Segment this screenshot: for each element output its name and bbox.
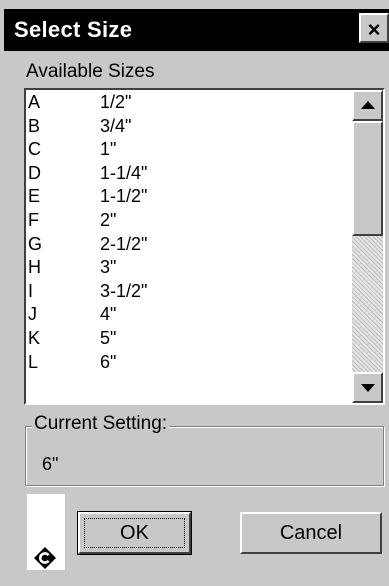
sizes-listbox[interactable]: A 1/2" B 3/4" C 1" D 1-1/4" E 1-1/2" F 2" G 2-1… [24, 88, 385, 405]
ok-button-label: OK [84, 518, 185, 548]
size-code: H [28, 257, 41, 278]
list-item[interactable]: K 5" [26, 326, 350, 350]
size-code: D [28, 162, 41, 183]
size-code: I [28, 280, 34, 301]
size-value: 3-1/2" [100, 280, 148, 301]
scroll-thumb[interactable] [352, 121, 383, 236]
close-button[interactable]: × [359, 13, 389, 43]
size-value: 2" [100, 209, 117, 230]
size-value: 1-1/4" [100, 162, 148, 183]
scroll-down-button[interactable] [352, 372, 383, 403]
ok-button[interactable]: OK [77, 511, 192, 555]
size-value: 4" [100, 304, 117, 325]
size-code: A [28, 92, 41, 112]
list-item[interactable]: J 4" [26, 302, 350, 326]
size-code: K [28, 327, 41, 348]
size-code: E [28, 186, 41, 207]
size-value: 6" [100, 351, 117, 372]
size-value: 1-1/2" [100, 186, 148, 207]
list-item[interactable]: I 3-1/2" [26, 279, 350, 303]
select-size-dialog: Select Size × Available Sizes A 1/2" B 3/4… [0, 0, 389, 586]
vertical-scrollbar[interactable] [352, 90, 383, 403]
close-icon: × [367, 17, 381, 42]
arrow-up-icon [361, 101, 375, 109]
dialog-title: Select Size [14, 17, 133, 42]
size-value: 1/2" [100, 92, 132, 112]
list-item[interactable]: F 2" [26, 208, 350, 232]
size-code: B [28, 115, 41, 136]
current-setting-value: 6" [42, 454, 59, 474]
sizes-list: A 1/2" B 3/4" C 1" D 1-1/4" E 1-1/2" F 2" G 2-1… [26, 90, 350, 373]
size-value: 3/4" [100, 115, 132, 136]
list-item[interactable]: L 6" [26, 350, 350, 374]
size-value: 5" [100, 327, 117, 348]
available-sizes-label: Available Sizes [26, 61, 155, 82]
size-value: 1" [100, 139, 117, 160]
cancel-button[interactable]: Cancel [240, 512, 382, 554]
c-logo-icon [34, 547, 56, 569]
list-item[interactable]: E 1-1/2" [26, 184, 350, 208]
list-item[interactable]: G 2-1/2" [26, 232, 350, 256]
list-item[interactable]: B 3/4" [26, 114, 350, 138]
current-setting-group: Current Setting: 6" [25, 413, 384, 486]
title-bar: Select Size × [4, 9, 389, 51]
size-value: 3" [100, 257, 117, 278]
list-item[interactable]: C 1" [26, 137, 350, 161]
size-code: L [28, 351, 39, 372]
list-item[interactable]: D 1-1/4" [26, 161, 350, 185]
arrow-down-icon [361, 384, 375, 392]
scroll-up-button[interactable] [352, 90, 383, 121]
size-code: F [28, 209, 39, 230]
size-code: C [28, 139, 41, 160]
size-code: G [28, 233, 43, 254]
list-item[interactable]: A 1/2" [26, 90, 350, 114]
size-value: 2-1/2" [100, 233, 148, 254]
current-setting-label: Current Setting: [32, 413, 170, 435]
size-code: J [28, 304, 37, 325]
list-item[interactable]: H 3" [26, 255, 350, 279]
logo-panel [27, 494, 65, 570]
